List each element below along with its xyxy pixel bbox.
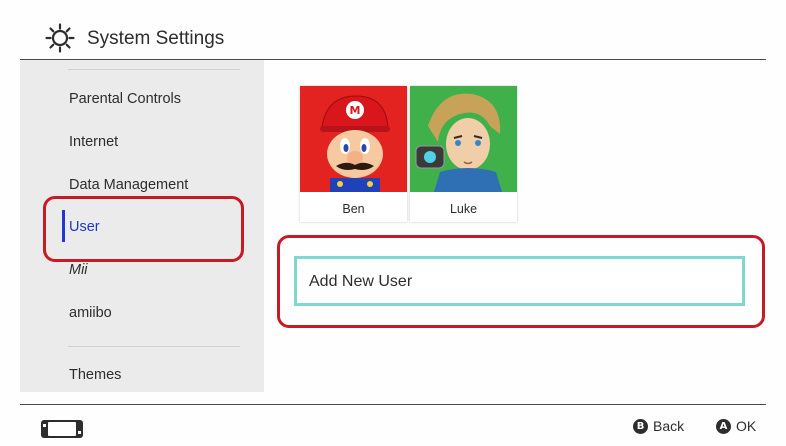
ok-label: OK <box>736 418 757 434</box>
user-name: Ben <box>342 202 365 216</box>
a-button-icon: A <box>716 418 731 434</box>
link-avatar <box>410 86 517 192</box>
back-button[interactable]: B Back <box>633 418 684 434</box>
header: System Settings <box>0 0 786 60</box>
sidebar-item-mii[interactable]: Mii <box>69 262 88 278</box>
user-card-ben[interactable]: M Ben <box>300 86 407 222</box>
svg-text:M: M <box>350 104 361 117</box>
annotation-highlight-user <box>43 196 244 262</box>
sidebar-divider <box>68 69 240 70</box>
b-button-icon: B <box>633 418 648 434</box>
gear-icon <box>45 23 75 53</box>
add-user-label: Add New User <box>309 273 413 290</box>
sidebar-divider <box>68 346 240 347</box>
sidebar-item-amiibo[interactable]: amiibo <box>69 305 112 321</box>
page-title: System Settings <box>87 28 225 49</box>
add-user-button[interactable]: Add New User <box>294 256 745 306</box>
ok-button[interactable]: A OK <box>716 418 756 434</box>
user-name: Luke <box>449 202 478 216</box>
sidebar-item-parental-controls[interactable]: Parental Controls <box>69 91 181 107</box>
mario-avatar: M <box>300 86 407 192</box>
footer-divider <box>20 404 766 405</box>
sidebar-item-data-management[interactable]: Data Management <box>69 177 188 193</box>
console-icon <box>41 420 83 438</box>
sidebar-item-internet[interactable]: Internet <box>69 134 118 150</box>
back-label: Back <box>653 418 685 434</box>
user-card-luke[interactable]: Luke <box>410 86 517 222</box>
sidebar-item-themes[interactable]: Themes <box>69 367 121 383</box>
